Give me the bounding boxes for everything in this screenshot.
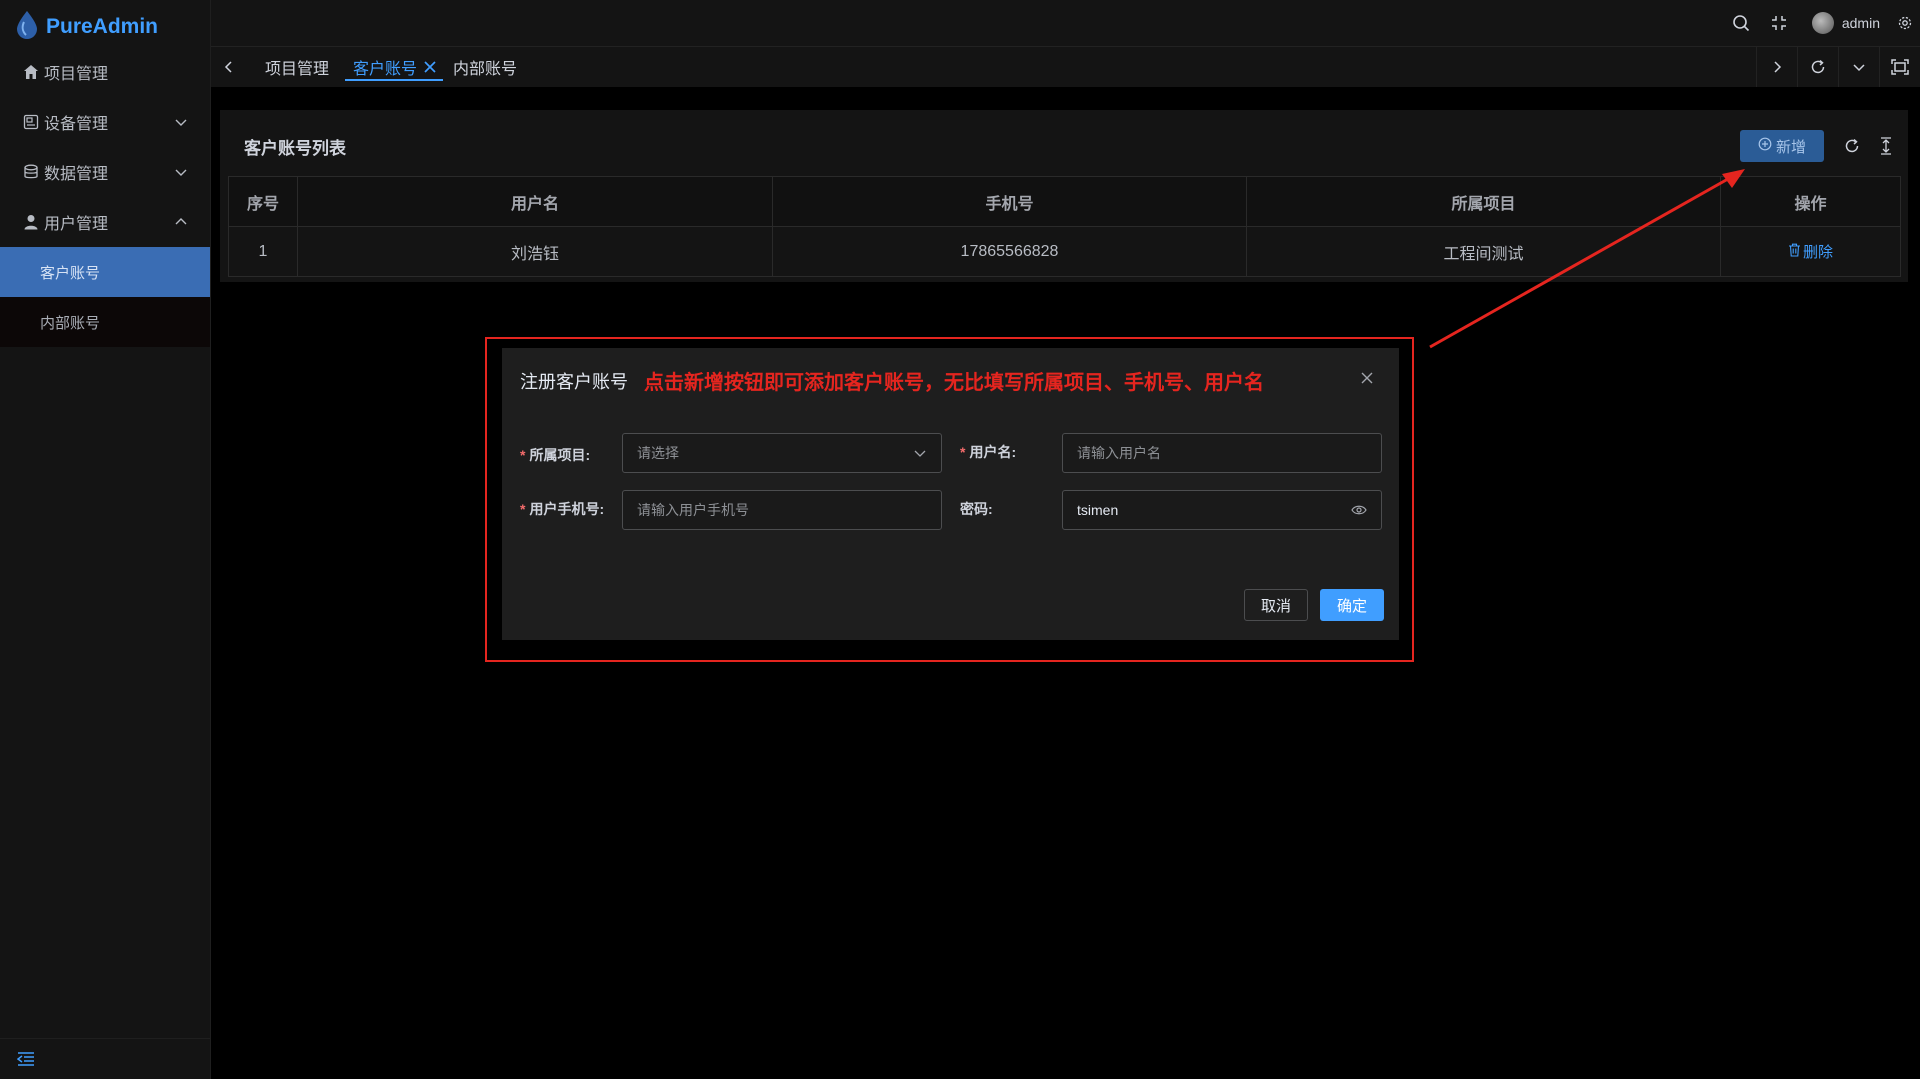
search-icon[interactable] [1722,0,1760,46]
refresh-icon[interactable] [1842,136,1862,156]
close-icon[interactable] [423,60,437,74]
plus-circle-icon [1758,137,1772,155]
table-row: 1 刘浩钰 17865566828 工程间测试 删除 [228,226,1901,277]
register-customer-dialog: 注册客户账号 点击新增按钮即可添加客户账号，无比填写所属项目、手机号、用户名 *… [502,348,1399,640]
column-header-index: 序号 [228,176,298,227]
sidebar-item-user[interactable]: 用户管理 [0,197,210,247]
chevron-up-icon [174,215,188,234]
username-label: * 用户名: [960,444,1017,460]
sidebar-item-label: 用户管理 [44,216,109,233]
sidebar: PureAdmin 项目管理 设备管理 数据管理 用户管理 客户账号 内部账号 [0,0,211,1079]
username-label-text: 用户名: [969,444,1017,460]
collapse-menu-icon[interactable] [16,1051,35,1072]
column-header-phone: 手机号 [772,176,1247,227]
chevron-down-icon[interactable] [1838,47,1879,87]
sidebar-subitem-customer-account[interactable]: 客户账号 [0,247,210,297]
device-icon [22,113,40,131]
add-button[interactable]: 新增 [1740,130,1824,162]
sidebar-item-data[interactable]: 数据管理 [0,147,210,197]
sidebar-collapse-bar [0,1038,210,1079]
tab-project[interactable]: 项目管理 [265,47,329,87]
project-select[interactable]: 请选择 [622,433,942,473]
column-header-action: 操作 [1720,176,1901,227]
project-select-placeholder: 请选择 [637,445,679,461]
sidebar-item-label: 数据管理 [44,166,109,183]
password-label: 密码: [960,499,993,519]
user-icon [22,213,40,231]
eye-icon[interactable] [1351,503,1367,517]
column-header-project: 所属项目 [1246,176,1721,227]
password-label-text: 密码: [960,501,993,517]
annotation-text: 点击新增按钮即可添加客户账号，无比填写所属项目、手机号、用户名 [644,372,1264,394]
cell-username: 刘浩钰 [297,226,773,277]
dialog-title: 注册客户账号 [520,372,628,392]
logo[interactable]: PureAdmin [14,10,158,44]
tab-label: 内部账号 [453,61,518,78]
tab-internal-account[interactable]: 内部账号 [453,47,517,87]
database-icon [22,163,40,181]
cancel-button[interactable]: 取消 [1244,589,1308,621]
customer-account-card: 客户账号列表 新增 序号 用户名 手机号 所属项目 操作 1 刘浩钰 17865… [220,110,1908,282]
project-label-text: 所属项目: [529,447,591,463]
top-header: admin [211,0,1920,46]
sidebar-subitem-internal-account[interactable]: 内部账号 [0,297,210,347]
sidebar-item-device[interactable]: 设备管理 [0,97,210,147]
project-label: * 所属项目: [520,447,591,463]
column-height-icon[interactable] [1876,136,1896,156]
tab-label: 客户账号 [353,61,418,78]
home-icon [22,63,40,81]
chevron-down-icon [174,165,188,184]
sidebar-item-project[interactable]: 项目管理 [0,47,210,97]
sidebar-subitem-label: 客户账号 [40,264,101,282]
phone-input[interactable]: 请输入用户手机号 [622,490,942,530]
refresh-icon[interactable] [1797,47,1838,87]
cell-phone: 17865566828 [772,226,1247,277]
maximize-content-icon[interactable] [1879,47,1920,87]
tags-bar: 项目管理 客户账号 内部账号 [211,46,1920,87]
phone-label: * 用户手机号: [520,501,605,517]
tab-customer-account[interactable]: 客户账号 [344,47,444,87]
customer-account-table: 序号 用户名 手机号 所属项目 操作 1 刘浩钰 17865566828 工程间… [228,176,1901,277]
tab-label: 项目管理 [265,61,330,78]
delete-label: 删除 [1802,244,1833,261]
close-icon[interactable] [1359,370,1375,386]
sidebar-item-label: 设备管理 [44,116,109,133]
password-input[interactable]: tsimen [1062,490,1382,530]
password-value: tsimen [1077,502,1119,518]
add-button-label: 新增 [1775,138,1806,156]
cell-action: 删除 [1720,226,1901,277]
user-name: admin [1841,15,1880,31]
phone-placeholder: 请输入用户手机号 [637,502,749,518]
scroll-right-icon[interactable] [1756,47,1797,87]
cell-index: 1 [228,226,298,277]
card-title: 客户账号列表 [244,139,346,158]
sidebar-subitem-label: 内部账号 [40,314,101,332]
delete-button[interactable]: 删除 [1788,241,1833,262]
avatar [1811,12,1834,34]
sidebar-item-label: 项目管理 [44,66,109,83]
fullscreen-icon[interactable] [1760,0,1798,46]
username-placeholder: 请输入用户名 [1077,445,1161,461]
phone-label-text: 用户手机号: [529,501,605,517]
logo-text: PureAdmin [46,15,159,38]
trash-icon [1788,243,1801,261]
chevron-down-icon [174,115,188,134]
scroll-left-icon[interactable] [211,47,247,87]
confirm-button[interactable]: 确定 [1320,589,1384,621]
droplet-logo-icon [14,10,40,45]
username-input[interactable]: 请输入用户名 [1062,433,1382,473]
user-menu[interactable]: admin [1811,12,1880,34]
table-header-row: 序号 用户名 手机号 所属项目 操作 [228,176,1901,227]
gear-icon[interactable] [1890,0,1920,46]
chevron-down-icon [913,446,927,460]
column-header-username: 用户名 [297,176,773,227]
cell-project: 工程间测试 [1246,226,1721,277]
